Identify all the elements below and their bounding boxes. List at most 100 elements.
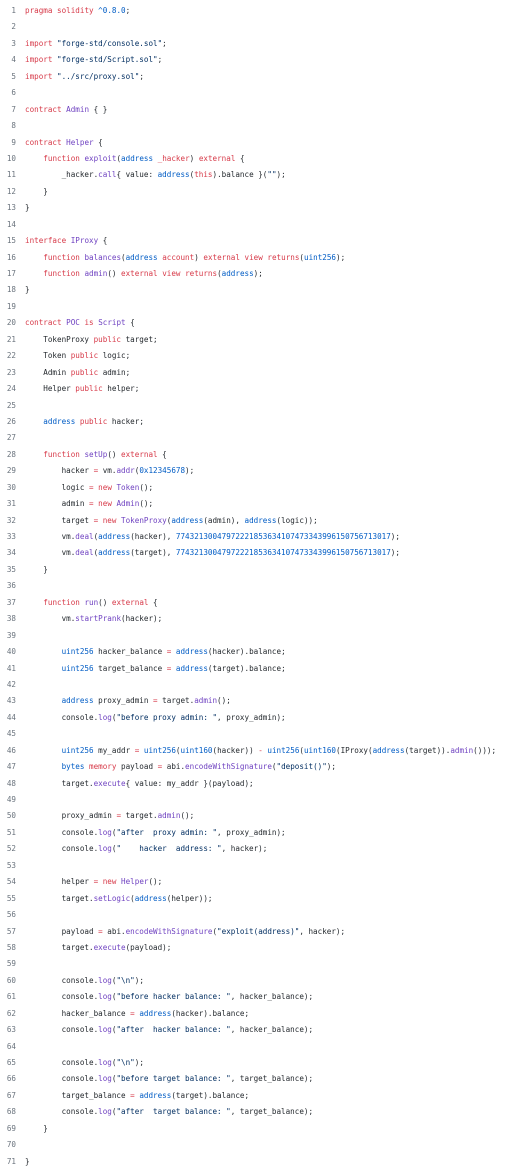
code-line: 59 bbox=[0, 956, 524, 972]
code-token: { } bbox=[89, 104, 108, 114]
code-token: encodeWithSignature bbox=[185, 762, 272, 772]
code-text: target.execute(payload); bbox=[16, 940, 524, 956]
code-token: ); bbox=[336, 252, 346, 262]
code-token: target_balance bbox=[93, 663, 167, 673]
code-line: 39 bbox=[0, 628, 524, 644]
line-number: 16 bbox=[6, 252, 16, 262]
code-token: deal bbox=[75, 532, 94, 541]
code-token: target. bbox=[157, 696, 195, 706]
line-number: 15 bbox=[6, 236, 16, 246]
line-number: 1 bbox=[11, 6, 16, 15]
code-token: (); bbox=[217, 696, 231, 706]
code-token: address bbox=[98, 532, 131, 541]
code-token: uint160 bbox=[180, 745, 213, 755]
line-number: 48 bbox=[6, 778, 16, 788]
code-token: admin bbox=[84, 269, 108, 278]
code-token: address bbox=[175, 647, 208, 657]
code-token: { bbox=[157, 449, 167, 459]
code-token: (); bbox=[139, 499, 154, 509]
code-token: "../src/proxy.sol" bbox=[57, 71, 140, 81]
code-text: console.log("before target balance: ", t… bbox=[16, 1071, 524, 1087]
code-token: (hacker); bbox=[121, 614, 163, 624]
code-line: 10 function exploit(address _hacker) ext… bbox=[0, 151, 524, 167]
code-token: contract bbox=[25, 318, 62, 328]
code-token: { value: bbox=[116, 170, 158, 180]
code-token: ; bbox=[139, 71, 144, 81]
code-token: vm. bbox=[98, 466, 117, 476]
code-token: setUp bbox=[84, 449, 108, 459]
code-line: 47 bytes memory payload = abi.encodeWith… bbox=[0, 759, 524, 775]
code-line: 8 bbox=[0, 118, 524, 134]
code-text: console.log(" hacker address: ", hacker)… bbox=[16, 841, 524, 857]
code-text: pragma solidity ^0.8.0; bbox=[16, 3, 524, 19]
code-line: 25 bbox=[0, 398, 524, 414]
line-number: 35 bbox=[6, 564, 16, 574]
code-token: console. bbox=[25, 827, 99, 837]
code-text: Admin public admin; bbox=[16, 365, 524, 381]
line-number: 26 bbox=[6, 416, 16, 426]
code-editor: 1 pragma solidity ^0.8.0; 2 3 import "forge-… bbox=[0, 3, 524, 1170]
code-token: abi. bbox=[162, 762, 186, 772]
code-line: 3 import "forge-std/console.sol"; bbox=[0, 36, 524, 52]
code-token: (target).balance; bbox=[171, 1090, 250, 1100]
line-number: 11 bbox=[6, 170, 16, 180]
code-token: helper; bbox=[102, 384, 140, 394]
code-line: 69 } bbox=[0, 1121, 524, 1137]
line-number: 69 bbox=[6, 1123, 16, 1133]
code-token: address bbox=[139, 1090, 172, 1100]
code-text: console.log("before proxy admin: ", prox… bbox=[16, 710, 524, 726]
code-line: 14 bbox=[0, 217, 524, 233]
code-token: "after target balance: " bbox=[116, 1107, 231, 1117]
code-line: 35 } bbox=[0, 562, 524, 578]
code-token: Admin bbox=[25, 367, 71, 377]
line-number: 66 bbox=[6, 1074, 16, 1084]
code-token: "after proxy admin: " bbox=[116, 827, 218, 837]
code-line: 53 bbox=[0, 858, 524, 874]
code-text: import "forge-std/console.sol"; bbox=[16, 36, 524, 52]
code-token: address bbox=[61, 696, 94, 706]
line-number: 3 bbox=[11, 38, 16, 48]
code-line: 43 address proxy_admin = target.admin(); bbox=[0, 693, 524, 709]
code-text: proxy_admin = target.admin(); bbox=[16, 808, 524, 824]
code-token: returns bbox=[185, 269, 218, 278]
code-token: my_addr bbox=[93, 745, 135, 755]
line-number: 5 bbox=[11, 71, 16, 81]
code-text: console.log("after proxy admin: ", proxy… bbox=[16, 825, 524, 841]
code-token: console. bbox=[25, 992, 99, 1002]
line-number: 62 bbox=[6, 1008, 16, 1018]
code-token: helper bbox=[25, 877, 94, 887]
code-token: admin bbox=[194, 696, 218, 706]
line-number: 70 bbox=[6, 1140, 16, 1150]
code-line: 5 import "../src/proxy.sol"; bbox=[0, 69, 524, 85]
code-token: Token bbox=[25, 351, 71, 361]
code-token: external bbox=[111, 597, 149, 607]
code-token: hacker bbox=[25, 466, 94, 476]
code-line: 70 bbox=[0, 1137, 524, 1153]
line-number: 55 bbox=[6, 893, 16, 903]
line-number: 64 bbox=[6, 1041, 16, 1051]
code-line: 62 hacker_balance = address(hacker).bala… bbox=[0, 1006, 524, 1022]
code-token: external bbox=[203, 252, 240, 262]
code-token: } bbox=[25, 285, 30, 295]
line-number: 51 bbox=[6, 827, 16, 837]
line-number: 54 bbox=[6, 877, 16, 887]
code-text: function admin() external view returns(a… bbox=[16, 266, 524, 282]
line-number: 57 bbox=[6, 926, 16, 936]
code-line: 4 import "forge-std/Script.sol"; bbox=[0, 52, 524, 68]
code-token: vm. bbox=[25, 614, 76, 624]
code-token: "deposit()" bbox=[276, 762, 327, 772]
code-token: (); bbox=[180, 811, 195, 821]
line-number: 47 bbox=[6, 762, 16, 772]
code-token: new bbox=[102, 515, 117, 525]
code-line: 16 function balances(address account) ex… bbox=[0, 250, 524, 266]
code-token: execute bbox=[93, 942, 126, 952]
code-token: startPrank bbox=[75, 614, 122, 624]
code-token: uint256 bbox=[61, 647, 94, 657]
code-token: { bbox=[93, 137, 103, 147]
